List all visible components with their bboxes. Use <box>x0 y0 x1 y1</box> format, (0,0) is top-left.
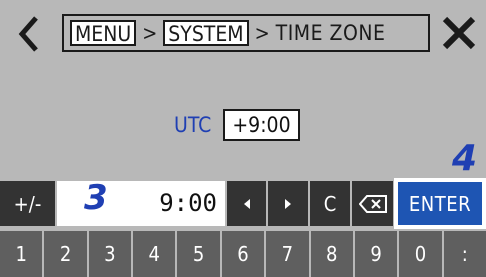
enter-button[interactable]: ENTER <box>398 182 482 225</box>
close-icon <box>442 16 476 50</box>
step-4-callout: 4 <box>452 138 478 179</box>
clear-label: C <box>323 191 337 216</box>
close-button[interactable] <box>441 14 477 52</box>
digit-key-5[interactable]: 5 <box>177 231 220 277</box>
time-offset-value: 9:00 <box>159 189 217 217</box>
triangle-right-icon <box>285 198 291 209</box>
breadcrumb-separator: > <box>254 21 270 45</box>
breadcrumb-item-system[interactable]: SYSTEM <box>163 20 249 46</box>
backspace-button[interactable] <box>352 181 393 226</box>
digit-key-7[interactable]: 7 <box>266 231 309 277</box>
digit-key-6[interactable]: 6 <box>221 231 265 277</box>
cursor-left-button[interactable] <box>227 181 266 226</box>
triangle-left-icon <box>243 198 250 209</box>
digit-key-0[interactable]: 0 <box>399 231 442 277</box>
backspace-icon <box>358 194 387 213</box>
digit-key-1[interactable]: 1 <box>0 231 43 277</box>
utc-row: UTC +9:00 <box>174 107 300 143</box>
digit-key-9[interactable]: 9 <box>354 231 398 277</box>
colon-key[interactable]: : <box>443 231 486 277</box>
digit-key-4[interactable]: 4 <box>133 231 176 277</box>
time-offset-input[interactable]: 9:00 <box>57 181 225 226</box>
sign-toggle-button[interactable]: +/- <box>0 181 55 226</box>
utc-value-display: +9:00 <box>223 109 300 141</box>
breadcrumb-separator: > <box>142 21 158 45</box>
enter-label: ENTER <box>408 191 472 216</box>
digit-key-3[interactable]: 3 <box>88 231 132 277</box>
number-keypad-row: 1 2 3 4 5 6 7 8 9 0 : <box>0 231 486 277</box>
time-zone-screen: MENU > SYSTEM > TIME ZONE UTC +9:00 4 +/… <box>0 0 486 277</box>
chevron-left-icon <box>18 16 38 52</box>
breadcrumb: MENU > SYSTEM > TIME ZONE <box>62 14 430 52</box>
breadcrumb-item-menu[interactable]: MENU <box>70 20 137 46</box>
sign-toggle-label: +/- <box>13 191 42 216</box>
input-row: +/- 9:00 C ENTER <box>0 178 486 229</box>
digit-key-2[interactable]: 2 <box>44 231 87 277</box>
step-3-callout: 3 <box>84 178 108 218</box>
back-button[interactable] <box>14 14 44 54</box>
breadcrumb-item-time-zone: TIME ZONE <box>275 21 386 45</box>
utc-label: UTC <box>174 113 212 137</box>
enter-button-frame: ENTER <box>394 178 486 229</box>
digit-key-8[interactable]: 8 <box>310 231 353 277</box>
cursor-right-button[interactable] <box>268 181 308 226</box>
clear-button[interactable]: C <box>310 181 350 226</box>
